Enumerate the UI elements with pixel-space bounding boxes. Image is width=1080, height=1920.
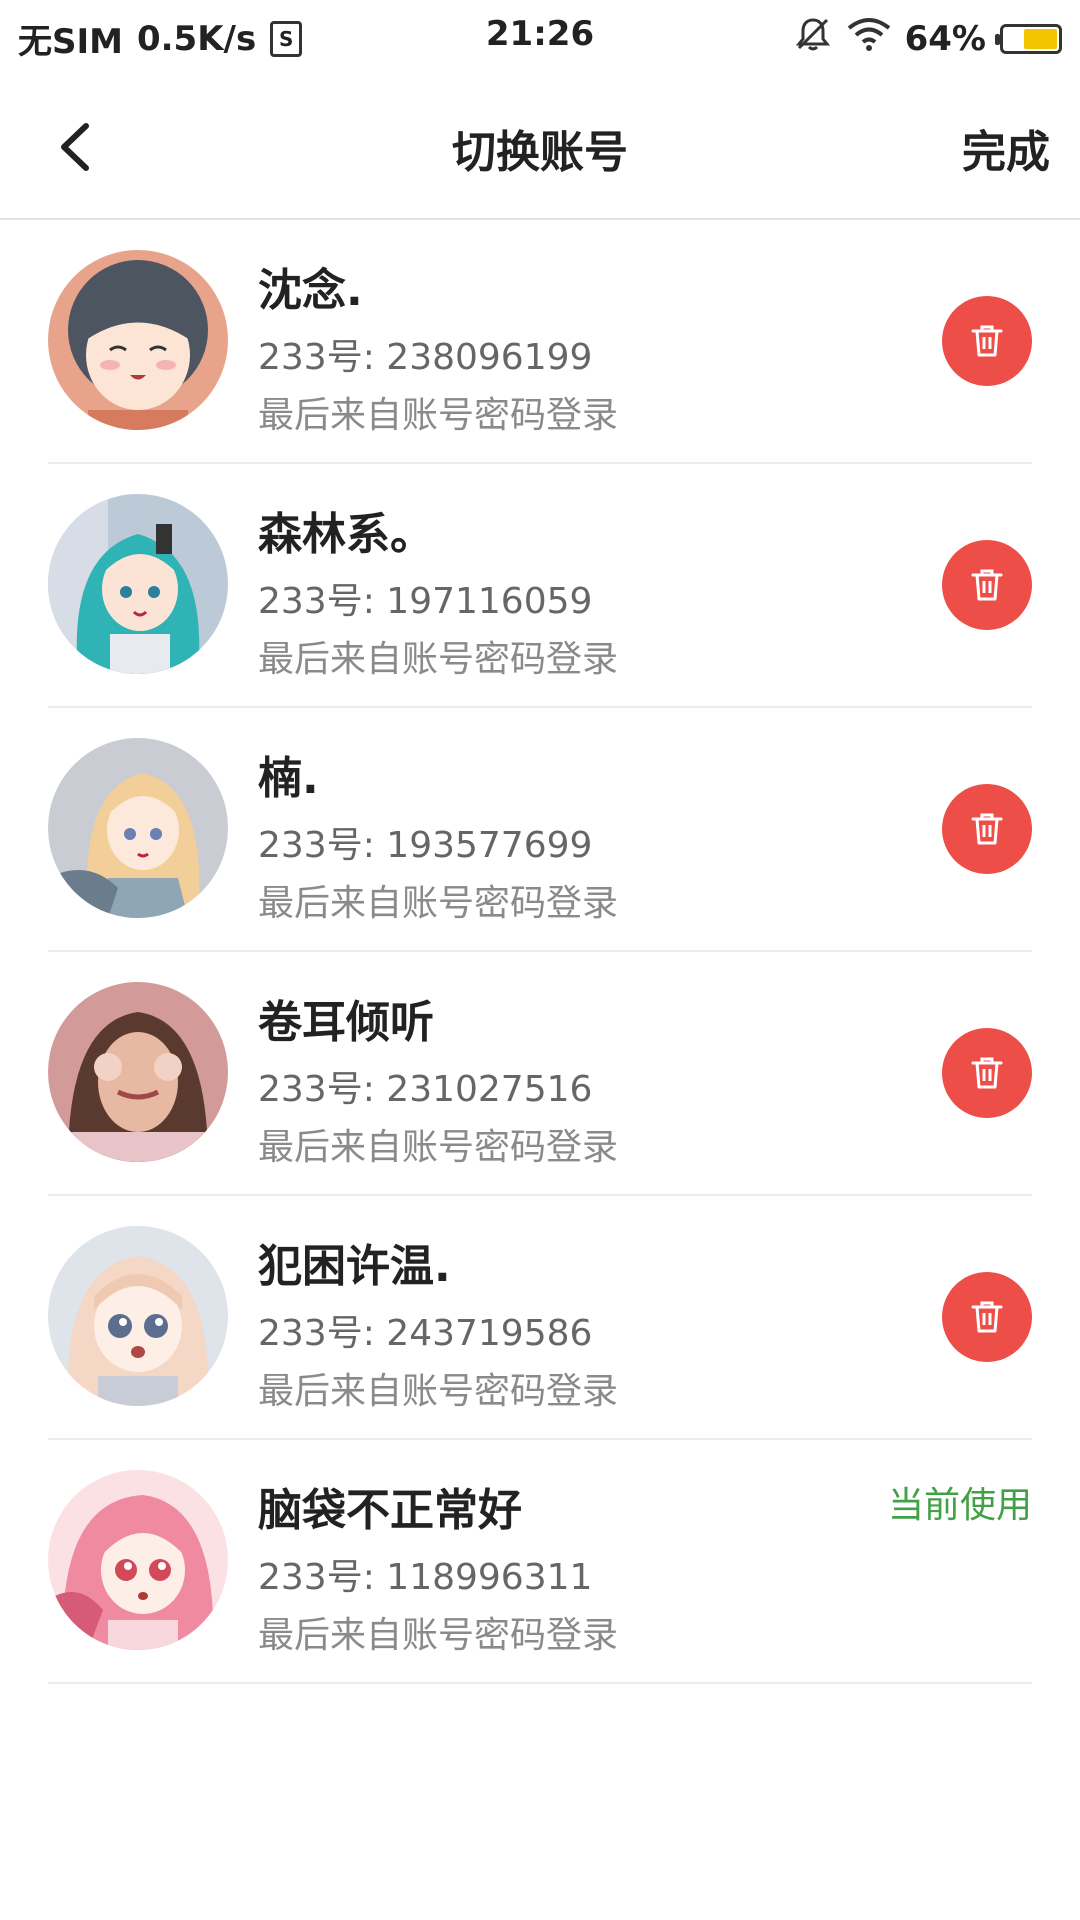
header: 切换账号 完成	[0, 72, 1080, 220]
trash-icon	[971, 569, 1003, 601]
delete-button[interactable]	[942, 296, 1032, 386]
account-uid: 233号: 243719586	[258, 1313, 593, 1354]
login-note: 最后来自账号密码登录	[258, 1127, 619, 1168]
account-name: 犯困许温.	[258, 1241, 451, 1292]
account-row[interactable]: 犯困许温. 233号: 243719586 最后来自账号密码登录	[48, 1196, 1032, 1440]
account-name: 卷耳倾听	[258, 997, 434, 1048]
account-row[interactable]: 楠. 233号: 193577699 最后来自账号密码登录	[48, 708, 1032, 952]
avatar	[48, 250, 228, 430]
delete-button[interactable]	[942, 1272, 1032, 1362]
account-name: 沈念.	[258, 265, 363, 316]
trash-icon	[971, 325, 1003, 357]
delete-button[interactable]	[942, 1028, 1032, 1118]
account-name: 森林系。	[258, 509, 434, 560]
account-name: 楠.	[258, 753, 319, 804]
delete-button[interactable]	[942, 540, 1032, 630]
done-button[interactable]: 完成	[962, 116, 1050, 180]
battery-level	[1023, 28, 1057, 49]
account-list: 沈念. 233号: 238096199 最后来自账号密码登录 森林系。 233号…	[0, 220, 1080, 1684]
delete-button[interactable]	[942, 784, 1032, 874]
bell-muted-icon	[793, 14, 833, 63]
login-note: 最后来自账号密码登录	[258, 1615, 619, 1656]
account-name: 脑袋不正常好	[258, 1485, 522, 1536]
account-uid: 233号: 193577699	[258, 825, 593, 866]
trash-icon	[971, 1301, 1003, 1333]
account-uid: 233号: 118996311	[258, 1557, 593, 1598]
trash-icon	[971, 813, 1003, 845]
login-note: 最后来自账号密码登录	[258, 639, 619, 680]
account-row[interactable]: 卷耳倾听 233号: 231027516 最后来自账号密码登录	[48, 952, 1032, 1196]
avatar	[48, 1470, 228, 1650]
avatar	[48, 494, 228, 674]
trash-icon	[971, 1057, 1003, 1089]
account-row-current[interactable]: 脑袋不正常好 233号: 118996311 最后来自账号密码登录 当前使用	[48, 1440, 1032, 1684]
battery-icon	[995, 23, 1062, 54]
page-title: 切换账号	[452, 127, 628, 178]
account-uid: 233号: 197116059	[258, 581, 593, 622]
account-row[interactable]: 沈念. 233号: 238096199 最后来自账号密码登录	[48, 220, 1032, 464]
current-account-badge: 当前使用	[887, 1485, 1032, 1526]
avatar	[48, 738, 228, 918]
login-note: 最后来自账号密码登录	[258, 1371, 619, 1412]
wifi-icon	[847, 16, 891, 61]
login-note: 最后来自账号密码登录	[258, 883, 619, 924]
login-note: 最后来自账号密码登录	[258, 395, 619, 436]
account-uid: 233号: 238096199	[258, 337, 593, 378]
battery-percent: 64%	[904, 18, 986, 59]
status-right: 64%	[793, 14, 1062, 63]
account-uid: 233号: 231027516	[258, 1069, 593, 1110]
avatar	[48, 1226, 228, 1406]
account-row[interactable]: 森林系。 233号: 197116059 最后来自账号密码登录	[48, 464, 1032, 708]
avatar	[48, 982, 228, 1162]
status-bar: 无SIM 0.5K/s S 21:26 64%	[0, 0, 1080, 72]
